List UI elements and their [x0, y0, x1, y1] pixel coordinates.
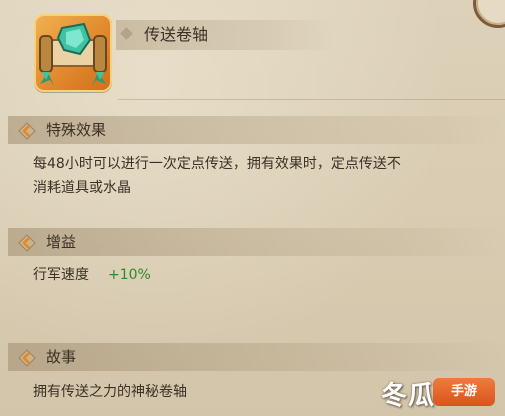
special-effect-text-line2: 消耗道具或水晶 — [33, 180, 131, 196]
chevron-emblem-icon — [18, 349, 36, 367]
watermark-text: 冬瓜 — [381, 381, 436, 411]
section-title: 增益 — [46, 233, 77, 251]
item-title: 传送卷轴 — [144, 25, 209, 44]
story-text: 拥有传送之力的神秘卷轴 — [33, 384, 187, 400]
watermark-badge: 手游 — [433, 378, 495, 406]
section-header-story: 故事 — [8, 343, 505, 371]
section-title: 故事 — [46, 348, 77, 366]
special-effect-text-line1: 每48小时可以进行一次定点传送，拥有效果时，定点传送不 — [33, 156, 401, 172]
scroll-crystal-icon — [34, 14, 112, 92]
chevron-emblem-icon — [18, 122, 36, 140]
section-header-buff: 增益 — [8, 228, 505, 256]
divider — [118, 99, 505, 100]
watermark-logo: 冬瓜 手游 — [369, 370, 499, 414]
buff-value: +10% — [108, 267, 151, 283]
close-button[interactable] — [473, 0, 505, 28]
section-header-special-effect: 特殊效果 — [8, 116, 505, 144]
item-info-panel: 传送卷轴 特殊效果 每48小时可以进行一次定点传送，拥有效果时，定点传送不 消耗… — [0, 0, 505, 416]
buff-name: 行军速度 — [33, 267, 89, 283]
section-title: 特殊效果 — [46, 121, 107, 139]
chevron-emblem-icon — [18, 234, 36, 252]
